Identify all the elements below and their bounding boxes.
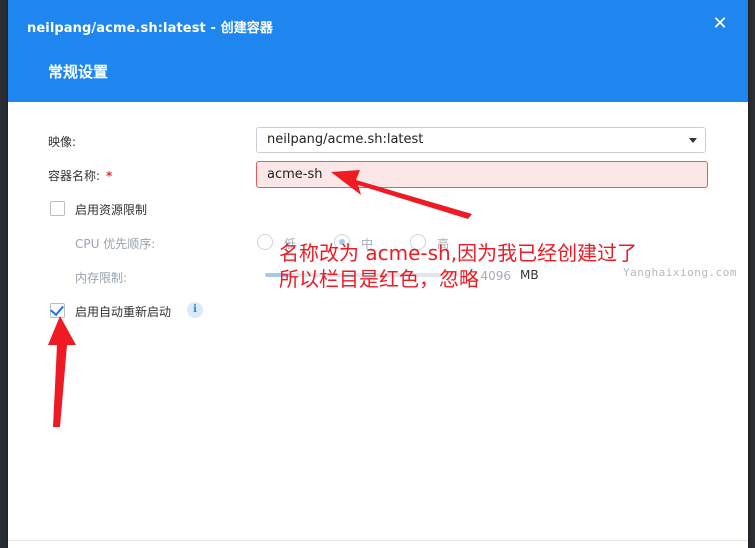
arrow-icon [48, 316, 76, 427]
arrow-icon [331, 170, 472, 219]
annotation-arrows [48, 170, 472, 427]
